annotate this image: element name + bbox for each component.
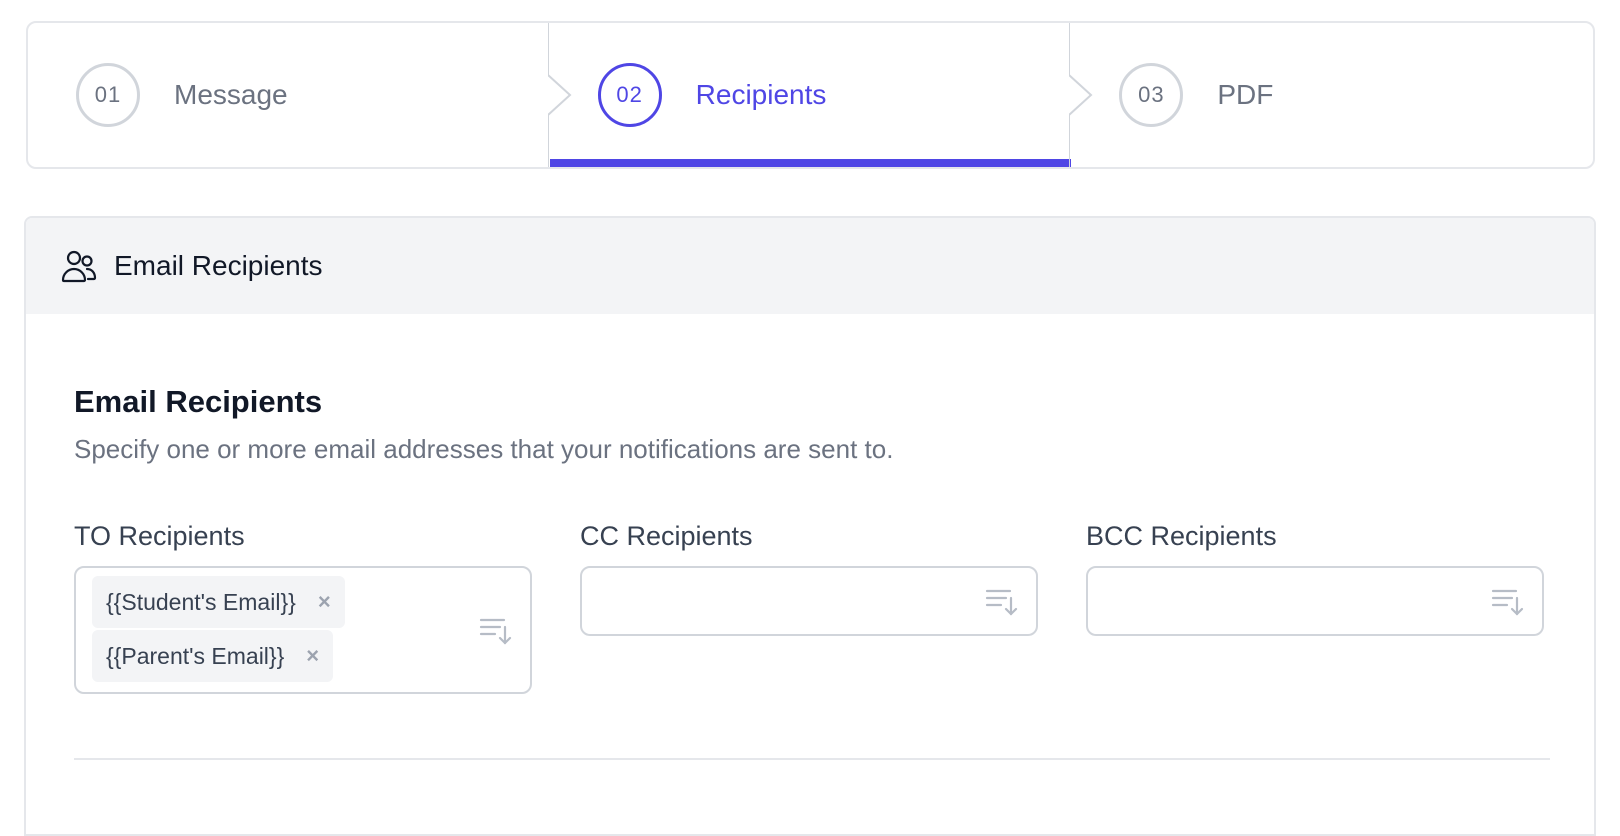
cc-recipients-input[interactable] xyxy=(580,566,1038,636)
bcc-recipients-label: BCC Recipients xyxy=(1086,521,1277,551)
cc-recipients-field: CC Recipients xyxy=(580,521,1038,694)
sort-descending-icon[interactable] xyxy=(984,584,1018,618)
to-recipients-field: TO Recipients {{Student's Email}} × {{Pa… xyxy=(74,521,532,694)
bcc-recipients-input[interactable] xyxy=(1086,566,1544,636)
cc-recipients-label: CC Recipients xyxy=(580,521,753,551)
sort-descending-icon[interactable] xyxy=(1490,584,1524,618)
step-recipients[interactable]: 02 Recipients xyxy=(549,23,1093,167)
users-icon xyxy=(61,250,97,283)
bcc-recipients-field: BCC Recipients xyxy=(1086,521,1544,694)
remove-chip-icon[interactable]: × xyxy=(318,589,331,615)
to-recipients-input[interactable]: {{Student's Email}} × {{Parent's Email}}… xyxy=(74,566,532,694)
section-divider xyxy=(74,758,1550,760)
step-label: PDF xyxy=(1217,79,1274,110)
section-title: Email Recipients xyxy=(74,384,323,419)
step-pdf[interactable]: 03 PDF xyxy=(1071,23,1593,167)
step-message[interactable]: 01 Message xyxy=(28,23,572,167)
to-recipients-label: TO Recipients xyxy=(74,521,245,551)
recipient-chip: {{Student's Email}} × xyxy=(92,576,345,628)
recipient-fields: TO Recipients {{Student's Email}} × {{Pa… xyxy=(74,521,1546,694)
section-description: Specify one or more email addresses that… xyxy=(74,434,894,464)
step-label: Recipients xyxy=(695,79,827,110)
active-step-indicator xyxy=(549,159,1072,167)
chip-label: {{Student's Email}} xyxy=(106,588,296,615)
remove-chip-icon[interactable]: × xyxy=(306,643,319,669)
chip-label: {{Parent's Email}} xyxy=(106,642,285,669)
step-label: Message xyxy=(174,79,288,110)
step-number: 01 xyxy=(76,63,140,127)
sort-descending-icon[interactable] xyxy=(478,613,512,647)
step-number: 02 xyxy=(597,63,662,127)
step-number: 03 xyxy=(1119,63,1184,127)
email-recipients-panel: Email Recipients Email Recipients Specif… xyxy=(24,216,1596,836)
wizard-stepper: 01 Message 02 Recipients 03 PDF xyxy=(26,21,1595,169)
recipient-chip: {{Parent's Email}} × xyxy=(92,630,334,682)
panel-header: Email Recipients xyxy=(26,218,1594,314)
panel-body: Email Recipients Specify one or more ema… xyxy=(26,314,1594,760)
panel-title: Email Recipients xyxy=(114,250,323,281)
